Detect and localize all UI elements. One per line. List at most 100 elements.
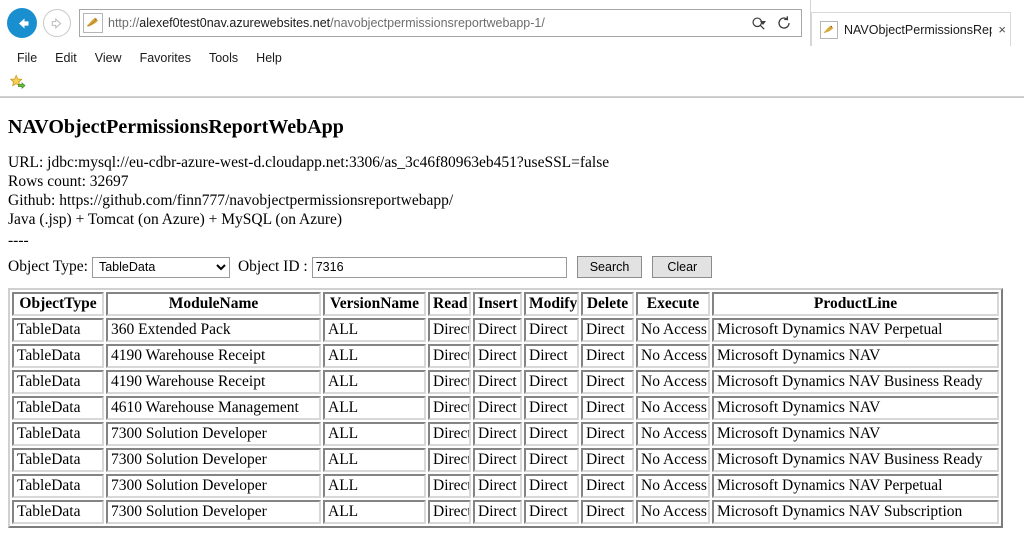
cell-versionname: ALL bbox=[323, 370, 426, 394]
cell-modulename: 7300 Solution Developer bbox=[106, 422, 321, 446]
back-arrow-icon bbox=[18, 18, 28, 28]
favorites-bar bbox=[0, 70, 1024, 97]
cell-productline: Microsoft Dynamics NAV Perpetual bbox=[712, 474, 999, 498]
cell-execute: No Access bbox=[636, 474, 710, 498]
cell-read: Direct bbox=[428, 344, 471, 368]
info-line-rows-count: Rows count: 32697 bbox=[8, 173, 129, 190]
cell-versionname: ALL bbox=[323, 318, 426, 342]
cell-insert: Direct bbox=[473, 370, 522, 394]
cell-execute: No Access bbox=[636, 396, 710, 420]
clear-button[interactable]: Clear bbox=[652, 256, 713, 278]
permissions-table: ObjectType ModuleName VersionName Read I… bbox=[8, 288, 1003, 528]
cell-modify: Direct bbox=[524, 396, 579, 420]
cell-delete: Direct bbox=[581, 396, 634, 420]
favorites-star-icon[interactable] bbox=[8, 73, 28, 93]
cell-versionname: ALL bbox=[323, 396, 426, 420]
address-bar-icons bbox=[745, 11, 801, 35]
column-header-read: Read bbox=[428, 292, 471, 316]
column-header-productline: ProductLine bbox=[712, 292, 999, 316]
table-body: TableData 360 Extended Pack ALL Direct Direc… bbox=[12, 318, 999, 524]
table-row: TableData 4610 Warehouse Management ALL Dir… bbox=[12, 396, 999, 420]
cell-objecttype: TableData bbox=[12, 500, 104, 524]
forward-button[interactable] bbox=[43, 9, 71, 37]
menu-item-edit[interactable]: Edit bbox=[46, 49, 86, 67]
cell-read: Direct bbox=[428, 422, 471, 446]
table-row: TableData 7300 Solution Developer ALL Direc… bbox=[12, 422, 999, 446]
cell-execute: No Access bbox=[636, 448, 710, 472]
cell-versionname: ALL bbox=[323, 344, 426, 368]
cell-modify: Direct bbox=[524, 422, 579, 446]
menu-item-help[interactable]: Help bbox=[247, 49, 291, 67]
cell-productline: Microsoft Dynamics NAV Business Ready bbox=[712, 370, 999, 394]
cell-modulename: 4190 Warehouse Receipt bbox=[106, 370, 321, 394]
page-title: NAVObjectPermissionsReportWebApp bbox=[8, 116, 344, 138]
cell-modify: Direct bbox=[524, 448, 579, 472]
cell-delete: Direct bbox=[581, 448, 634, 472]
cell-modulename: 7300 Solution Developer bbox=[106, 448, 321, 472]
object-id-label: Object ID : bbox=[237, 258, 308, 275]
cell-execute: No Access bbox=[636, 500, 710, 524]
cell-read: Direct bbox=[428, 318, 471, 342]
address-bar-url: http://alexef0test0nav.azurewebsites.net… bbox=[108, 10, 745, 36]
search-icon[interactable] bbox=[745, 11, 771, 35]
search-button[interactable]: Search bbox=[576, 256, 643, 278]
table-row: TableData 7300 Solution Developer ALL Direc… bbox=[12, 474, 999, 498]
cell-insert: Direct bbox=[473, 318, 522, 342]
info-line-stack: Java (.jsp) + Tomcat (on Azure) + MySQL … bbox=[8, 211, 343, 228]
cell-productline: Microsoft Dynamics NAV Subscription bbox=[712, 500, 999, 524]
browser-tab[interactable]: NAVObjectPermissionsRepo... × bbox=[811, 12, 1011, 46]
tab-favicon-icon bbox=[820, 20, 838, 39]
cell-modulename: 4190 Warehouse Receipt bbox=[106, 344, 321, 368]
cell-execute: No Access bbox=[636, 344, 710, 368]
table-row: TableData 360 Extended Pack ALL Direct Direc… bbox=[12, 318, 999, 342]
table-row: TableData 4190 Warehouse Receipt ALL Direct… bbox=[12, 344, 999, 368]
url-path: /navobjectpermissionsreportwebapp-1/ bbox=[330, 16, 545, 30]
cell-read: Direct bbox=[428, 370, 471, 394]
cell-insert: Direct bbox=[473, 500, 522, 524]
cell-objecttype: TableData bbox=[12, 396, 104, 420]
info-line-url: URL: jdbc:mysql://eu-cdbr-azure-west-d.c… bbox=[8, 154, 610, 171]
object-id-input[interactable] bbox=[311, 256, 567, 278]
cell-delete: Direct bbox=[581, 422, 634, 446]
menu-item-tools[interactable]: Tools bbox=[200, 49, 247, 67]
object-type-select[interactable]: TableData bbox=[91, 256, 230, 278]
menu-item-file[interactable]: File bbox=[8, 49, 46, 67]
cell-delete: Direct bbox=[581, 318, 634, 342]
divider: ---- bbox=[8, 232, 29, 249]
url-host: alexef0test0nav.azurewebsites.net bbox=[139, 16, 331, 30]
cell-execute: No Access bbox=[636, 422, 710, 446]
cell-execute: No Access bbox=[636, 318, 710, 342]
table-row: TableData 7300 Solution Developer ALL Direc… bbox=[12, 500, 999, 524]
table-header-row: ObjectType ModuleName VersionName Read I… bbox=[12, 292, 999, 316]
cell-insert: Direct bbox=[473, 474, 522, 498]
cell-modulename: 360 Extended Pack bbox=[106, 318, 321, 342]
cell-read: Direct bbox=[428, 396, 471, 420]
cell-versionname: ALL bbox=[323, 474, 426, 498]
back-button[interactable] bbox=[7, 8, 37, 38]
cell-objecttype: TableData bbox=[12, 474, 104, 498]
table-row: TableData 7300 Solution Developer ALL Direc… bbox=[12, 448, 999, 472]
cell-modify: Direct bbox=[524, 370, 579, 394]
cell-objecttype: TableData bbox=[12, 422, 104, 446]
cell-delete: Direct bbox=[581, 370, 634, 394]
tab-close-icon[interactable]: × bbox=[998, 23, 1006, 36]
cell-productline: Microsoft Dynamics NAV bbox=[712, 422, 999, 446]
cell-insert: Direct bbox=[473, 396, 522, 420]
chevron-down-icon[interactable] bbox=[759, 21, 766, 25]
cell-modulename: 7300 Solution Developer bbox=[106, 500, 321, 524]
cell-objecttype: TableData bbox=[12, 344, 104, 368]
browser-navigation-bar: http://alexef0test0nav.azurewebsites.net… bbox=[0, 0, 1024, 46]
site-favicon-icon bbox=[83, 13, 103, 33]
menu-item-view[interactable]: View bbox=[86, 49, 131, 67]
column-header-objecttype: ObjectType bbox=[12, 292, 104, 316]
cell-modify: Direct bbox=[524, 500, 579, 524]
cell-productline: Microsoft Dynamics NAV Business Ready bbox=[712, 448, 999, 472]
menu-item-favorites[interactable]: Favorites bbox=[131, 49, 200, 67]
cell-delete: Direct bbox=[581, 474, 634, 498]
cell-delete: Direct bbox=[581, 500, 634, 524]
tab-title: NAVObjectPermissionsRepo... bbox=[844, 22, 992, 37]
address-bar[interactable]: http://alexef0test0nav.azurewebsites.net… bbox=[79, 9, 802, 37]
cell-modify: Direct bbox=[524, 344, 579, 368]
refresh-icon[interactable] bbox=[771, 11, 797, 35]
cell-modulename: 7300 Solution Developer bbox=[106, 474, 321, 498]
